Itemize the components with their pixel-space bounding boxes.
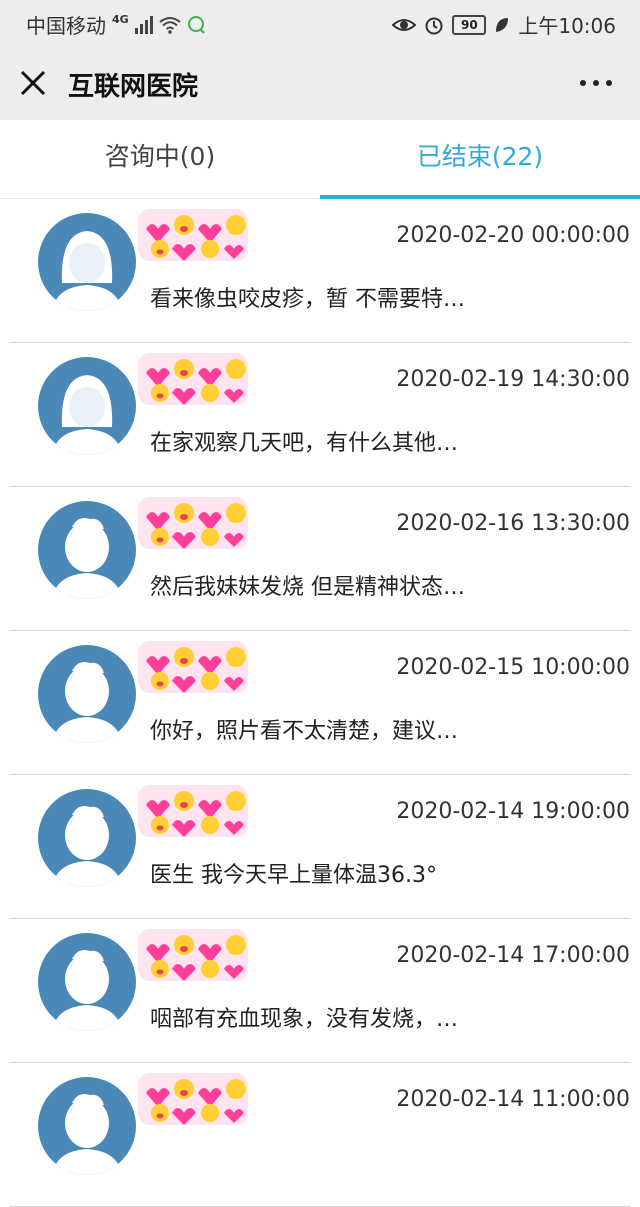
female-avatar-icon (38, 357, 136, 455)
tab-consulting[interactable]: 咨询中(0) (0, 120, 320, 198)
nav-bar: 互联网医院 (0, 46, 640, 120)
eye-icon (392, 18, 417, 31)
consultation-date: 2020-02-14 17:00:00 (396, 943, 630, 968)
sticker-emoji-icon (138, 497, 248, 549)
list-item[interactable]: 2020-02-15 10:00:00 你好，照片看不太清楚，建议… (10, 631, 630, 775)
child-avatar-icon (38, 645, 136, 743)
list-item[interactable]: 2020-02-20 00:00:00 看来像虫咬皮疹，暂 不需要特… (10, 199, 630, 343)
close-icon[interactable] (18, 68, 48, 98)
sticker-emoji-icon (138, 641, 248, 693)
consultation-date: 2020-02-16 13:30:00 (396, 511, 630, 536)
message-preview: 在家观察几天吧，有什么其他… (150, 431, 459, 456)
clock-time: 上午10:06 (518, 14, 616, 38)
status-bar-right: 90 上午10:06 (392, 10, 616, 39)
child-avatar-icon (38, 789, 136, 887)
list-item[interactable]: 2020-02-14 11:00:00 (10, 1063, 630, 1207)
consultation-date: 2020-02-20 00:00:00 (396, 223, 630, 248)
consultation-list: 2020-02-20 00:00:00 看来像虫咬皮疹，暂 不需要特… 2020… (0, 199, 640, 1207)
wifi-icon (159, 16, 181, 34)
sticker-emoji-icon (138, 209, 248, 261)
message-preview: 你好，照片看不太清楚，建议… (150, 719, 459, 744)
status-bar: 中国移动 4G 90 上午10:06 (0, 0, 640, 46)
carrier-name: 中国移动 (26, 14, 106, 38)
consultation-date: 2020-02-15 10:00:00 (396, 655, 630, 680)
child-avatar-icon (38, 1077, 136, 1175)
leaf-icon (496, 17, 509, 32)
tab-finished[interactable]: 已结束(22) (320, 120, 640, 198)
more-icon[interactable] (580, 80, 612, 86)
tab-bar: 咨询中(0) 已结束(22) (0, 120, 640, 199)
page-title: 互联网医院 (68, 72, 199, 102)
sticker-emoji-icon (138, 353, 248, 405)
signal-icon (134, 15, 153, 34)
consultation-date: 2020-02-19 14:30:00 (396, 367, 630, 392)
sticker-emoji-icon (138, 929, 248, 981)
alarm-clock-icon (425, 17, 443, 34)
sticker-emoji-icon (138, 785, 248, 837)
network-type: 4G (112, 13, 129, 26)
chat-app-icon (187, 15, 205, 34)
status-bar-left: 中国移动 4G (26, 10, 207, 39)
list-item[interactable]: 2020-02-14 19:00:00 医生 我今天早上量体温36.3° (10, 775, 630, 919)
list-item[interactable]: 2020-02-19 14:30:00 在家观察几天吧，有什么其他… (10, 343, 630, 487)
message-preview: 看来像虫咬皮疹，暂 不需要特… (150, 287, 465, 312)
consultation-date: 2020-02-14 19:00:00 (396, 799, 630, 824)
child-avatar-icon (38, 933, 136, 1031)
consultation-date: 2020-02-14 11:00:00 (396, 1087, 630, 1112)
message-preview: 咽部有充血现象，没有发烧，… (150, 1007, 459, 1032)
list-item[interactable]: 2020-02-14 17:00:00 咽部有充血现象，没有发烧，… (10, 919, 630, 1063)
child-avatar-icon (38, 501, 136, 599)
list-item[interactable]: 2020-02-16 13:30:00 然后我妹妹发烧 但是精神状态… (10, 487, 630, 631)
message-preview: 然后我妹妹发烧 但是精神状态… (150, 575, 465, 600)
message-preview: 医生 我今天早上量体温36.3° (150, 863, 437, 888)
sticker-emoji-icon (138, 1073, 248, 1125)
female-avatar-icon (38, 213, 136, 311)
battery-indicator: 90 (452, 14, 487, 35)
